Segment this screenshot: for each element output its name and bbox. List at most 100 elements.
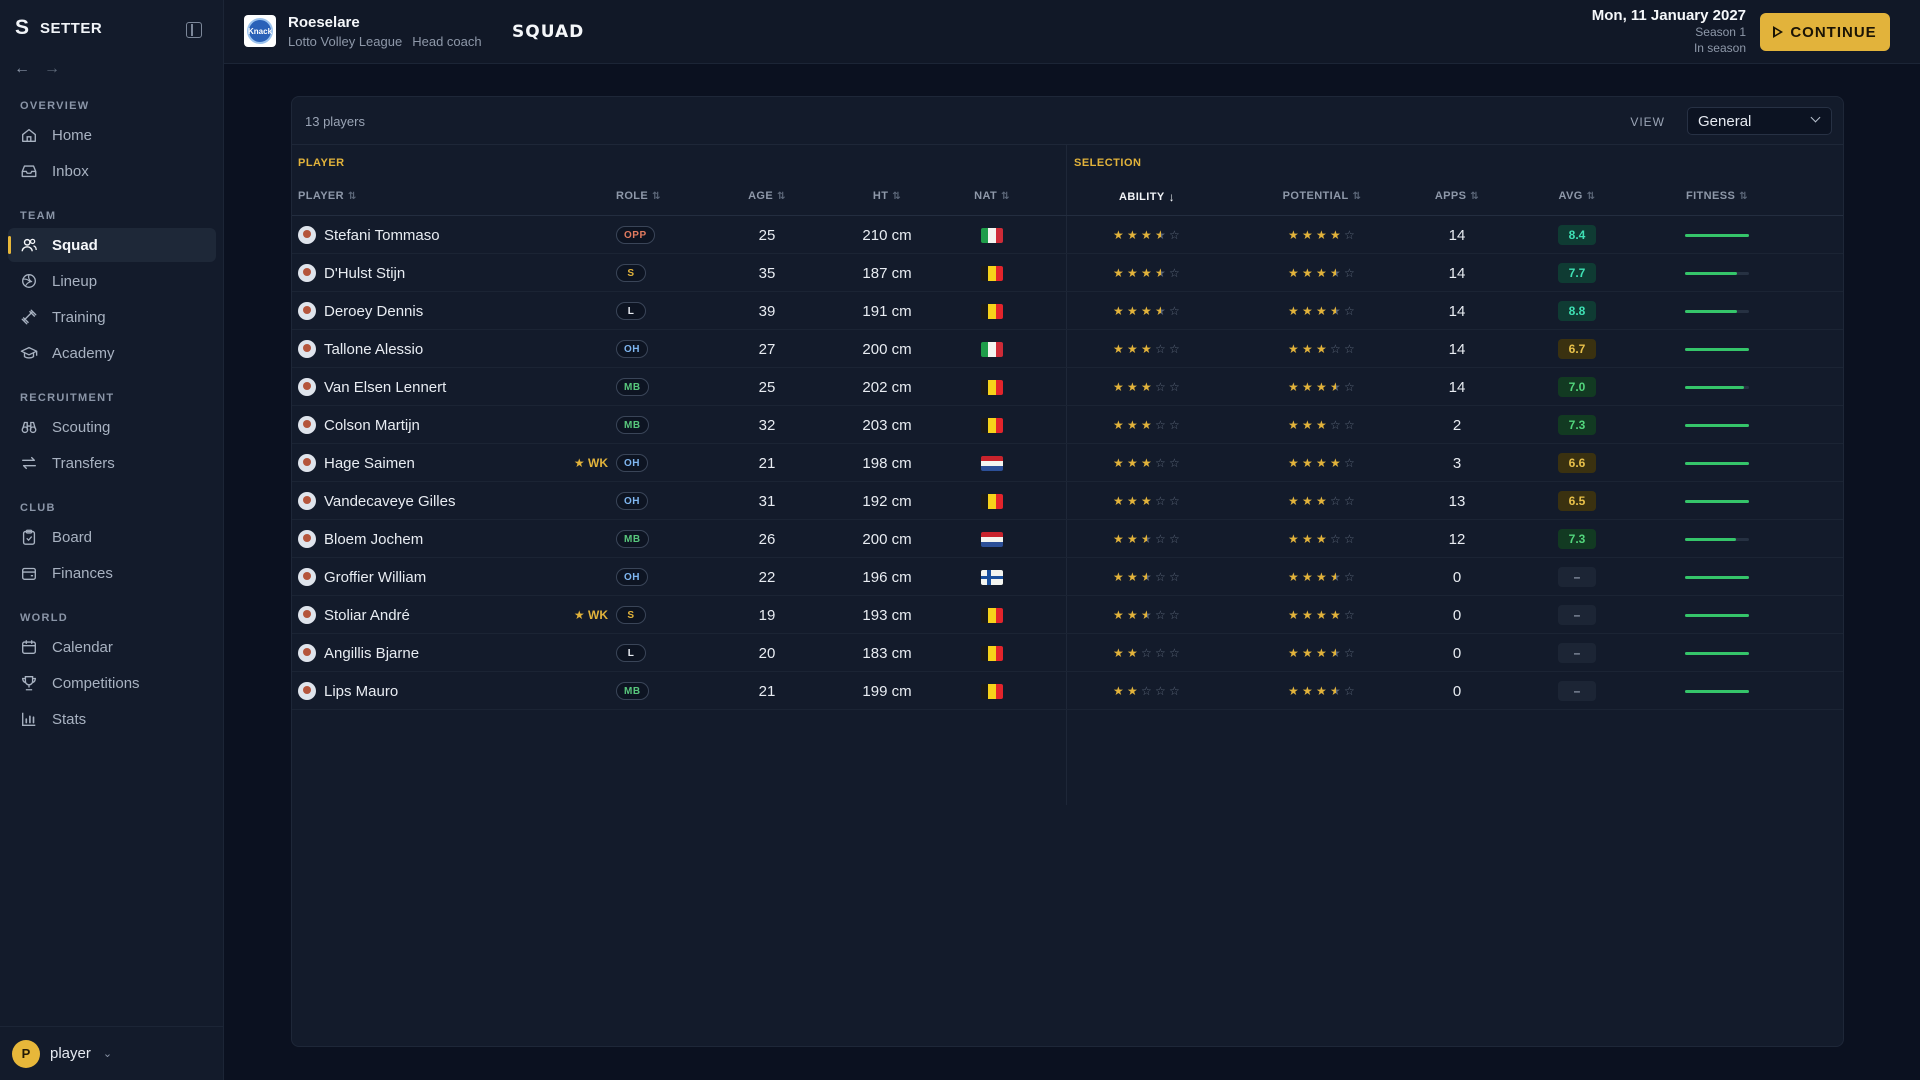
star-icon: ★ [1288, 418, 1299, 432]
view-select[interactable]: General [1687, 107, 1832, 135]
table-row[interactable]: Tallone Alessio OH 27 200 cm ★ ★ ★ ☆ ☆ ★ ★ ★ ☆ ☆… [292, 330, 1843, 368]
star-icon: ★ [1127, 380, 1138, 394]
star-icon: ★ [1330, 456, 1341, 470]
table-row[interactable]: Deroey Dennis L 39 191 cm ★ ★ ★ ★ ☆ ★ ★ ★ ★ ☆ 14… [292, 292, 1843, 330]
player-cell: Deroey Dennis [298, 292, 558, 330]
sidebar: S SETTER ← → OVERVIEW Home Inbox TEAM Squad L… [0, 0, 224, 1080]
sidebar-item-inbox[interactable]: Inbox [8, 154, 216, 188]
ability-cell: ★ ★ ★ ☆ ☆ [1082, 558, 1212, 596]
player-name[interactable]: Colson Martijn [324, 417, 420, 434]
star-icon: ☆ [1141, 646, 1152, 660]
sidebar-item-training[interactable]: Training [8, 300, 216, 334]
potential-stars: ★ ★ ★ ★ ☆ [1288, 457, 1356, 469]
flag-belgium-icon [981, 417, 1003, 433]
player-name[interactable]: Groffier William [324, 569, 426, 586]
star-icon: ☆ [1169, 266, 1180, 280]
forward-arrow-icon[interactable]: → [44, 60, 60, 78]
table-row[interactable]: Angillis Bjarne L 20 183 cm ★ ★ ☆ ☆ ☆ ★ ★ ★ ★ ☆ … [292, 634, 1843, 672]
player-name[interactable]: Bloem Jochem [324, 531, 423, 548]
sidebar-item-transfers[interactable]: Transfers [8, 446, 216, 480]
nav-section-world: WORLD [20, 612, 69, 624]
player-name[interactable]: Vandecaveye Gilles [324, 493, 455, 510]
player-name[interactable]: Van Elsen Lennert [324, 379, 446, 396]
star-icon: ☆ [1169, 456, 1180, 470]
star-icon: ☆ [1330, 494, 1341, 508]
player-name[interactable]: Hage Saimen [324, 455, 415, 472]
table-row[interactable]: Lips Mauro MB 21 199 cm ★ ★ ☆ ☆ ☆ ★ ★ ★ ★ ☆ 0 – [292, 672, 1843, 710]
role-badge: MB [616, 378, 649, 396]
star-icon: ★ [1302, 456, 1313, 470]
table-row[interactable]: Bloem Jochem MB 26 200 cm ★ ★ ★ ☆ ☆ ★ ★ ★ ☆ ☆ 12… [292, 520, 1843, 558]
sidebar-item-stats[interactable]: Stats [8, 702, 216, 736]
table-row[interactable]: D'Hulst Stijn S 35 187 cm ★ ★ ★ ★ ☆ ★ ★ ★ ★ ☆ 14… [292, 254, 1843, 292]
player-avatar [298, 530, 316, 548]
player-cell: Tallone Alessio [298, 330, 558, 368]
column-header-potential[interactable]: POTENTIAL ⇅ [1257, 190, 1387, 202]
table-row[interactable]: Stefani Tommaso OPP 25 210 cm ★ ★ ★ ★ ☆ ★ ★ ★ ★… [292, 216, 1843, 254]
sidebar-item-home[interactable]: Home [8, 118, 216, 152]
column-header-fitness[interactable]: FITNESS ⇅ [1652, 190, 1782, 202]
table-row[interactable]: Groffier William OH 22 196 cm ★ ★ ★ ☆ ☆ ★ ★ ★ ★… [292, 558, 1843, 596]
column-header-nat[interactable]: NAT ⇅ [952, 190, 1032, 202]
fitness-bar-fill [1685, 233, 1749, 237]
potential-stars: ★ ★ ★ ★ ☆ [1288, 305, 1356, 317]
sidebar-item-squad[interactable]: Squad [8, 228, 216, 262]
star-icon: ☆ [1344, 608, 1355, 622]
potential-cell: ★ ★ ★ ☆ ☆ [1257, 520, 1387, 558]
star-icon: ☆ [1155, 380, 1166, 394]
table-row[interactable]: Stoliar André ★ WK S 19 193 cm ★ ★ ★ ☆ ☆ ★ ★ ★… [292, 596, 1843, 634]
height-cell: 183 cm [862, 644, 912, 662]
avg-rating-badge: – [1558, 643, 1596, 663]
player-name[interactable]: D'Hulst Stijn [324, 265, 405, 282]
column-header-player[interactable]: PLAYER ⇅ [298, 190, 558, 202]
app-brand[interactable]: S SETTER [14, 16, 102, 40]
continue-button[interactable]: CONTINUE [1760, 13, 1890, 51]
sidebar-item-finances[interactable]: Finances [8, 556, 216, 590]
back-arrow-icon[interactable]: ← [14, 60, 30, 78]
table-row[interactable]: Hage Saimen ★ WK OH 21 198 cm ★ ★ ★ ☆ ☆ ★ ★ ★ ★… [292, 444, 1843, 482]
sidebar-item-label: Inbox [52, 162, 89, 180]
star-icon: ★ [1127, 494, 1138, 508]
nationality-cell [952, 672, 1032, 710]
table-row[interactable]: Vandecaveye Gilles OH 31 192 cm ★ ★ ★ ☆ ☆ ★ ★… [292, 482, 1843, 520]
sidebar-item-board[interactable]: Board [8, 520, 216, 554]
sidebar-item-scouting[interactable]: Scouting [8, 410, 216, 444]
fitness-bar-fill [1685, 423, 1749, 427]
column-header-apps[interactable]: APPS ⇅ [1417, 190, 1497, 202]
column-header-avg[interactable]: AVG ⇅ [1537, 190, 1617, 202]
view-label: VIEW [1630, 115, 1665, 129]
height-cell: 187 cm [862, 264, 912, 282]
star-icon: ☆ [1344, 380, 1355, 394]
player-name[interactable]: Angillis Bjarne [324, 645, 419, 662]
fitness-cell [1652, 330, 1782, 368]
sidebar-item-calendar[interactable]: Calendar [8, 630, 216, 664]
chevron-down-icon: ⌄ [102, 1048, 113, 1060]
player-name[interactable]: Deroey Dennis [324, 303, 423, 320]
player-name[interactable]: Stoliar André [324, 607, 410, 624]
player-avatar [298, 644, 316, 662]
column-header-ability[interactable]: ABILITY ↓ [1082, 190, 1212, 204]
user-menu[interactable]: P player ⌄ [0, 1026, 224, 1080]
column-header-age[interactable]: AGE ⇅ [732, 190, 802, 202]
column-header-ht[interactable]: HT ⇅ [832, 190, 942, 202]
sidebar-item-academy[interactable]: Academy [8, 336, 216, 370]
fitness-bar-fill [1685, 537, 1737, 541]
sidebar-item-lineup[interactable]: Lineup [8, 264, 216, 298]
star-icon: ☆ [1169, 646, 1180, 660]
flag-italy-icon [981, 227, 1003, 243]
age-cell: 25 [758, 378, 776, 396]
table-row[interactable]: Colson Martijn MB 32 203 cm ★ ★ ★ ☆ ☆ ★ ★ ★ ☆ ☆ … [292, 406, 1843, 444]
column-header-role[interactable]: ROLE ⇅ [616, 190, 696, 202]
star-icon: ★ [1113, 380, 1124, 394]
sidebar-item-competitions[interactable]: Competitions [8, 666, 216, 700]
player-name[interactable]: Tallone Alessio [324, 341, 423, 358]
collapse-sidebar-icon[interactable] [186, 22, 202, 38]
table-row[interactable]: Van Elsen Lennert MB 25 202 cm ★ ★ ★ ☆ ☆ ★ ★ ★… [292, 368, 1843, 406]
player-name[interactable]: Lips Mauro [324, 683, 398, 700]
nationality-cell [952, 292, 1032, 330]
inbox-icon [20, 162, 38, 180]
role-cell: L [616, 634, 696, 672]
ability-cell: ★ ★ ★ ★ ☆ [1082, 216, 1212, 254]
player-name[interactable]: Stefani Tommaso [324, 227, 440, 244]
role-cell: MB [616, 368, 696, 406]
